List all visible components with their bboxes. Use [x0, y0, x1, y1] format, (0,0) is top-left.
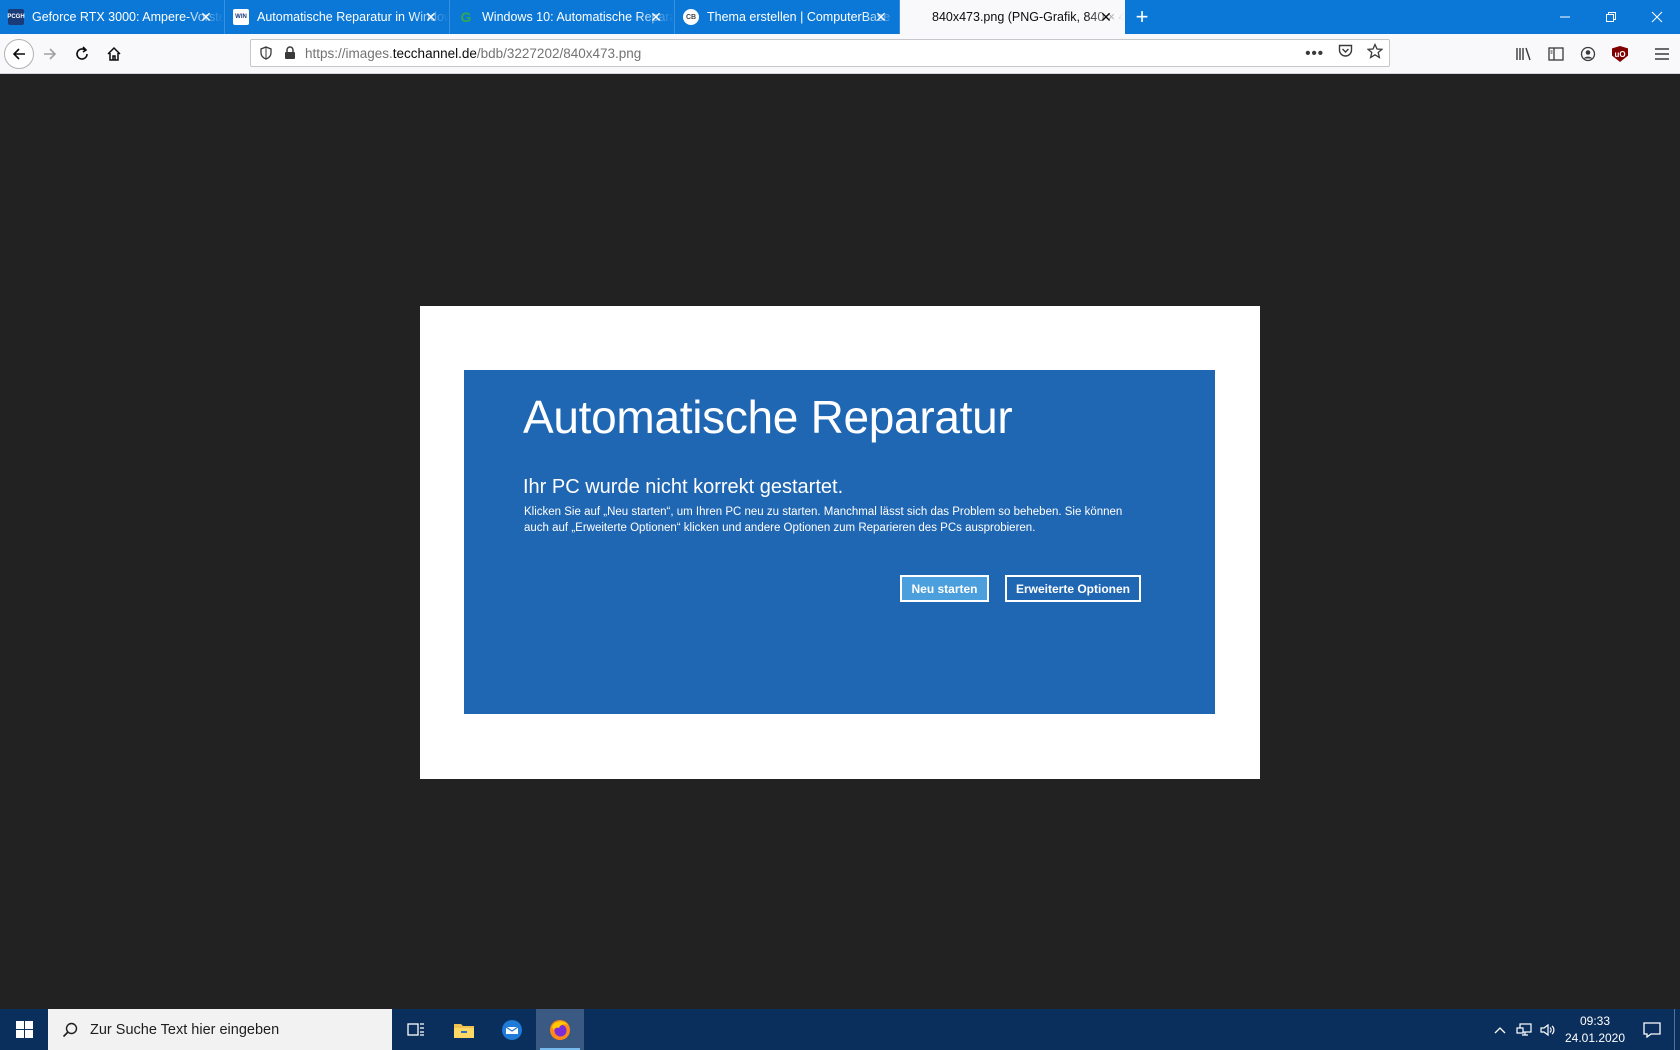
home-button[interactable] [98, 38, 130, 70]
lock-icon[interactable] [281, 46, 299, 60]
arrow-left-icon [12, 47, 25, 60]
system-tray: 09:33 24.01.2020 [1488, 1009, 1680, 1050]
mail-icon [502, 1019, 522, 1040]
arrow-right-icon [44, 47, 57, 60]
tab-image[interactable]: 840x473.png (PNG-Grafik, 840 × 473 Pixel… [900, 0, 1125, 34]
file-explorer-button[interactable] [440, 1009, 488, 1050]
restart-button: Neu starten [900, 575, 989, 602]
taskbar-search-box[interactable]: Zur Suche Text hier eingeben [48, 1009, 392, 1050]
automatic-repair-screen: Automatische Reparatur Ihr PC wurde nich… [464, 370, 1215, 714]
tab-title: 840x473.png (PNG-Grafik, 840 × 473 Pixel… [932, 10, 1124, 24]
firefox-icon [550, 1019, 570, 1040]
win-favicon: WIN [233, 9, 249, 25]
bookmark-star-icon[interactable] [1366, 42, 1384, 63]
repair-subtitle: Ihr PC wurde nicht korrekt gestartet. [523, 476, 844, 498]
tab-strip: PCGH Geforce RTX 3000: Ampere-Vorstellun… [0, 0, 1680, 34]
pocket-icon[interactable] [1338, 44, 1353, 62]
clock-time: 09:33 [1579, 1013, 1611, 1028]
repair-description: Klicken Sie auf „Neu starten“, um Ihren … [524, 506, 1123, 534]
show-desktop-button[interactable] [1674, 1009, 1680, 1050]
close-icon[interactable]: ✕ [873, 9, 889, 25]
action-center-button[interactable] [1630, 1009, 1674, 1050]
hamburger-menu-icon[interactable] [1650, 42, 1674, 66]
url-prefix: https://images. [305, 45, 393, 61]
new-tab-button[interactable]: + [1125, 0, 1159, 34]
navigation-toolbar: https://images.tecchannel.de/bdb/3227202… [0, 34, 1680, 74]
toolbar-right: uO [1512, 34, 1674, 74]
computerbase-favicon: CB [683, 9, 699, 25]
library-icon[interactable] [1512, 42, 1536, 66]
start-button[interactable] [0, 1009, 48, 1050]
account-icon[interactable] [1576, 42, 1600, 66]
tab-pcgh[interactable]: PCGH Geforce RTX 3000: Ampere-Vorstellun… [0, 0, 225, 34]
restore-button[interactable] [1588, 0, 1634, 34]
pcgh-favicon: PCGH [7, 9, 25, 25]
chevron-up-icon[interactable] [1488, 1009, 1512, 1050]
notification-icon [1643, 1021, 1661, 1038]
url-actions: ••• [1305, 40, 1384, 66]
tab-title: Thema erstellen | ComputerBase [707, 10, 891, 24]
minimize-button[interactable] [1542, 0, 1588, 34]
google-favicon: G [460, 9, 472, 25]
outlook-button[interactable] [488, 1009, 536, 1050]
url-text[interactable]: https://images.tecchannel.de/bdb/3227202… [305, 46, 641, 61]
displayed-image[interactable]: Automatische Reparatur Ihr PC wurde nich… [420, 306, 1260, 779]
repair-title: Automatische Reparatur [523, 391, 1013, 443]
search-placeholder: Zur Suche Text hier eingeben [90, 1021, 280, 1038]
task-view-button[interactable] [392, 1009, 440, 1050]
tab-title: Geforce RTX 3000: Ampere-Vorstellung [32, 10, 224, 24]
close-icon[interactable]: ✕ [1098, 9, 1114, 25]
clock-date: 24.01.2020 [1564, 1030, 1626, 1045]
tab-title: Automatische Reparatur in Windows [257, 10, 449, 24]
url-path: /bdb/3227202/840x473.png [476, 45, 642, 61]
close-icon[interactable]: ✕ [648, 9, 664, 25]
home-icon [107, 46, 121, 61]
reload-button[interactable] [66, 38, 98, 70]
tab-google[interactable]: G Windows 10: Automatische Reparatur ✕ [450, 0, 675, 34]
page-actions-icon[interactable]: ••• [1305, 45, 1324, 62]
windows-logo-icon [15, 1021, 33, 1038]
task-view-icon [407, 1022, 424, 1036]
window-controls [1542, 0, 1680, 34]
ublock-origin-icon[interactable]: uO [1608, 42, 1632, 66]
sidebar-icon[interactable] [1544, 42, 1568, 66]
tab-win[interactable]: WIN Automatische Reparatur in Windows ✕ [225, 0, 450, 34]
close-window-button[interactable] [1634, 0, 1680, 34]
url-domain: tecchannel.de [392, 45, 477, 61]
volume-icon[interactable] [1536, 1009, 1560, 1050]
tab-title: Windows 10: Automatische Reparatur [482, 10, 674, 24]
windows-taskbar: Zur Suche Text hier eingeben 09:33 24.01… [0, 1009, 1680, 1050]
advanced-options-button: Erweiterte Optionen [1005, 575, 1141, 602]
taskbar-clock[interactable]: 09:33 24.01.2020 [1560, 1013, 1630, 1047]
close-icon[interactable]: ✕ [198, 9, 214, 25]
image-viewer: Automatische Reparatur Ihr PC wurde nich… [0, 74, 1680, 1009]
tab-computerbase[interactable]: CB Thema erstellen | ComputerBase ✕ [675, 0, 900, 34]
forward-button[interactable] [34, 38, 66, 70]
network-icon[interactable] [1512, 1009, 1536, 1050]
tracking-protection-shield-icon[interactable] [251, 46, 281, 60]
close-icon[interactable]: ✕ [423, 9, 439, 25]
reload-icon [76, 45, 88, 60]
search-icon [58, 1022, 82, 1038]
back-button[interactable] [4, 38, 34, 69]
folder-icon [454, 1023, 474, 1038]
address-bar[interactable]: https://images.tecchannel.de/bdb/3227202… [250, 39, 1390, 67]
firefox-button[interactable] [536, 1009, 584, 1050]
